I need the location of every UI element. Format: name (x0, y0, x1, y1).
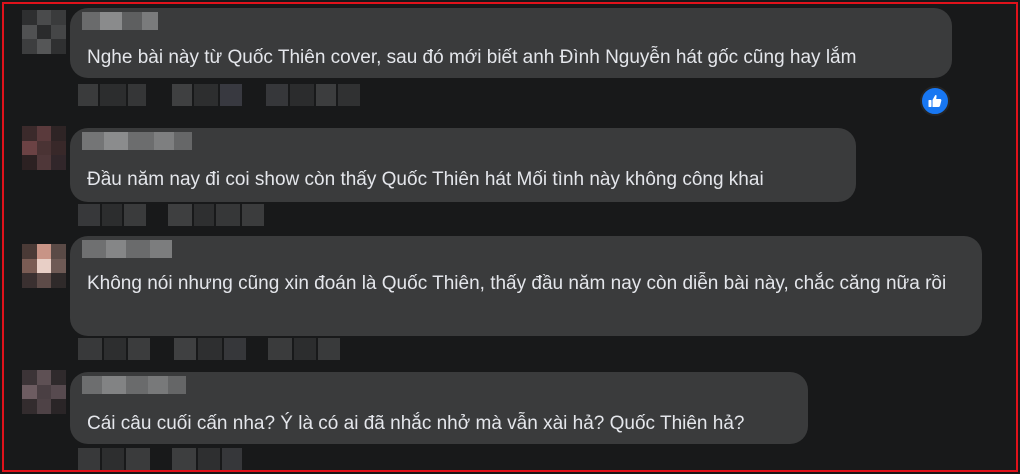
comment-text: Nghe bài này từ Quốc Thiên cover, sau đó… (87, 47, 857, 68)
comment-text: Cái câu cuối cấn nha? Ý là có ai đã nhắc… (87, 413, 745, 434)
comment-actions-blurred[interactable] (78, 448, 242, 470)
avatar[interactable] (22, 10, 66, 54)
thumbs-up-icon (928, 95, 942, 107)
comment-bubble: Nghe bài này từ Quốc Thiên cover, sau đó… (70, 8, 952, 78)
comment-actions-blurred[interactable] (78, 338, 340, 360)
comment-bubble: Cái câu cuối cấn nha? Ý là có ai đã nhắc… (70, 372, 808, 444)
author-name-blurred[interactable] (82, 376, 186, 394)
author-name-blurred[interactable] (82, 12, 158, 30)
like-reaction-badge[interactable] (920, 86, 950, 116)
comment-actions-blurred[interactable] (78, 204, 264, 226)
comment-text: Đầu năm nay đi coi show còn thấy Quốc Th… (87, 169, 764, 190)
author-name-blurred[interactable] (82, 132, 192, 150)
avatar[interactable] (22, 370, 66, 414)
screenshot-frame: Nghe bài này từ Quốc Thiên cover, sau đó… (2, 2, 1018, 472)
comment-actions-blurred[interactable] (78, 84, 360, 106)
comment-bubble: Không nói nhưng cũng xin đoán là Quốc Th… (70, 236, 982, 336)
comment-text: Không nói nhưng cũng xin đoán là Quốc Th… (87, 273, 947, 294)
avatar[interactable] (22, 244, 66, 288)
avatar[interactable] (22, 126, 66, 170)
author-name-blurred[interactable] (82, 240, 172, 258)
comment-bubble: Đầu năm nay đi coi show còn thấy Quốc Th… (70, 128, 856, 202)
